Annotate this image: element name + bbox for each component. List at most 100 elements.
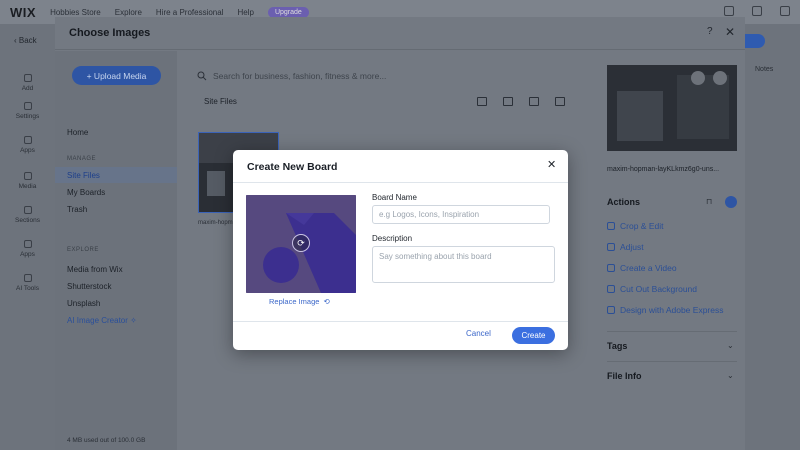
divider [607,331,737,332]
action-cut-out-background[interactable]: Cut Out Background [607,284,697,294]
action-label: Create a Video [620,263,677,273]
topbar-site-name[interactable]: Hobbies Store [50,8,101,17]
sparkle-icon [23,274,32,282]
account-icon[interactable] [780,6,790,16]
topbar-explore[interactable]: Explore [115,8,142,17]
nav-site-files[interactable]: Site Files [67,171,100,180]
nav-trash[interactable]: Trash [67,205,87,214]
divider [607,361,737,362]
action-create-video[interactable]: Create a Video [607,263,677,273]
refresh-icon[interactable]: ⟳ [292,234,310,252]
nav-my-boards[interactable]: My Boards [67,188,105,197]
back-link[interactable]: ‹ Back [14,36,37,45]
tool-settings[interactable]: Settings [0,102,55,120]
manage-heading: MANAGE [67,156,97,162]
explore-heading: EXPLORE [67,247,99,253]
upload-media-button[interactable]: + Upload Media [72,66,161,85]
nav-unsplash[interactable]: Unsplash [67,299,100,308]
tool-label: Media [18,183,37,190]
topbar-hire[interactable]: Hire a Professional [156,8,224,17]
plus-icon [23,74,32,82]
tool-apps-2[interactable]: Apps [0,240,55,258]
action-label: Crop & Edit [620,221,664,231]
file-info-panel: maxim-hopman-layKLkmz6g0-uns... Actions … [592,51,745,450]
pin-icon[interactable]: ⊓ [706,197,712,206]
action-label: Design with Adobe Express [620,305,724,315]
new-folder-icon[interactable] [477,97,487,106]
cancel-button[interactable]: Cancel [466,329,491,338]
create-board-dialog: Create New Board ✕ ⟳ Replace Image ⟲ Boar… [233,150,568,350]
publish-button[interactable] [745,34,765,48]
grid-icon [23,240,32,248]
panel-close-icon[interactable]: ✕ [725,25,735,39]
chevron-down-icon[interactable]: ⌄ [727,371,734,380]
breadcrumb: Site Files [204,97,237,106]
sparkle-icon: ✧ [130,316,137,325]
action-adjust[interactable]: Adjust [607,242,644,252]
media-icon [23,172,32,180]
tool-ai[interactable]: AI Tools [0,274,55,292]
topbar-help[interactable]: Help [237,8,253,17]
sections-icon [23,206,32,214]
replace-image-link[interactable]: Replace Image ⟲ [269,297,330,306]
nav-shutterstock[interactable]: Shutterstock [67,282,111,291]
replace-image-label: Replace Image [269,297,320,306]
topbar-right-icons [724,6,790,16]
create-button[interactable]: Create [512,327,555,344]
upgrade-button[interactable]: Upgrade [267,6,309,18]
tool-label: AI Tools [15,285,39,292]
action-adobe-express[interactable]: Design with Adobe Express [607,305,723,315]
tool-apps[interactable]: Apps [0,136,55,154]
board-name-label: Board Name [372,193,417,202]
chevron-down-icon[interactable]: ⌄ [727,341,734,350]
media-sidebar: + Upload Media Home MANAGE Site Files My… [55,51,177,450]
storage-note: 4 MB used out of 100.0 GB [67,437,146,444]
tags-section[interactable]: Tags [607,341,627,351]
image-type-icon[interactable] [529,97,539,106]
more-icon[interactable] [713,71,727,85]
ai-creator-label: AI Image Creator [67,316,128,325]
nav-ai-image-creator[interactable]: AI Image Creator ✧ [67,316,137,325]
file-info-section[interactable]: File Info [607,371,642,381]
filter-icon[interactable] [503,97,513,106]
tool-label: Apps [20,251,35,258]
grid-toolbar [477,97,565,106]
search-input[interactable] [213,71,583,81]
action-label: Cut Out Background [620,284,698,294]
actions-badge[interactable] [725,196,737,208]
notes-label[interactable]: Notes [755,66,773,73]
editor-left-toolbar: ‹ Back Add Settings Apps Media Sections … [0,24,55,450]
file-name: maxim-hopman-layKLkmz6g0-uns... [607,166,720,173]
tool-label: Sections [15,217,40,224]
tool-label: Settings [15,113,40,120]
tool-sections[interactable]: Sections [0,206,55,224]
search-row [197,69,587,83]
adobe-icon [607,306,615,314]
board-name-input[interactable] [372,205,550,224]
grid-view-icon[interactable] [555,97,565,106]
nav-media-from-wix[interactable]: Media from Wix [67,265,123,274]
tool-label: Apps [20,147,35,154]
help-icon[interactable]: ? [707,26,713,37]
nav-home[interactable]: Home [67,128,88,137]
preview-detail [617,91,663,141]
dialog-close-icon[interactable]: ✕ [547,158,556,171]
notification-icon[interactable] [752,6,762,16]
mobile-icon[interactable] [724,6,734,16]
description-input[interactable] [372,246,555,283]
description-label: Description [372,234,413,243]
board-cover-image[interactable]: ⟳ [246,195,356,293]
tool-media[interactable]: Media [0,172,55,190]
dialog-header-divider [233,182,568,183]
image-preview [607,65,737,151]
wix-logo: WIX [10,4,37,20]
scissors-icon [607,285,615,293]
video-icon [607,264,615,272]
tool-add[interactable]: Add [0,74,55,92]
zoom-icon[interactable] [691,71,705,85]
action-crop-edit[interactable]: Crop & Edit [607,221,663,231]
search-icon [197,71,207,81]
dialog-footer-divider [233,321,568,322]
back-label: Back [18,36,37,45]
apps-icon [23,136,32,144]
